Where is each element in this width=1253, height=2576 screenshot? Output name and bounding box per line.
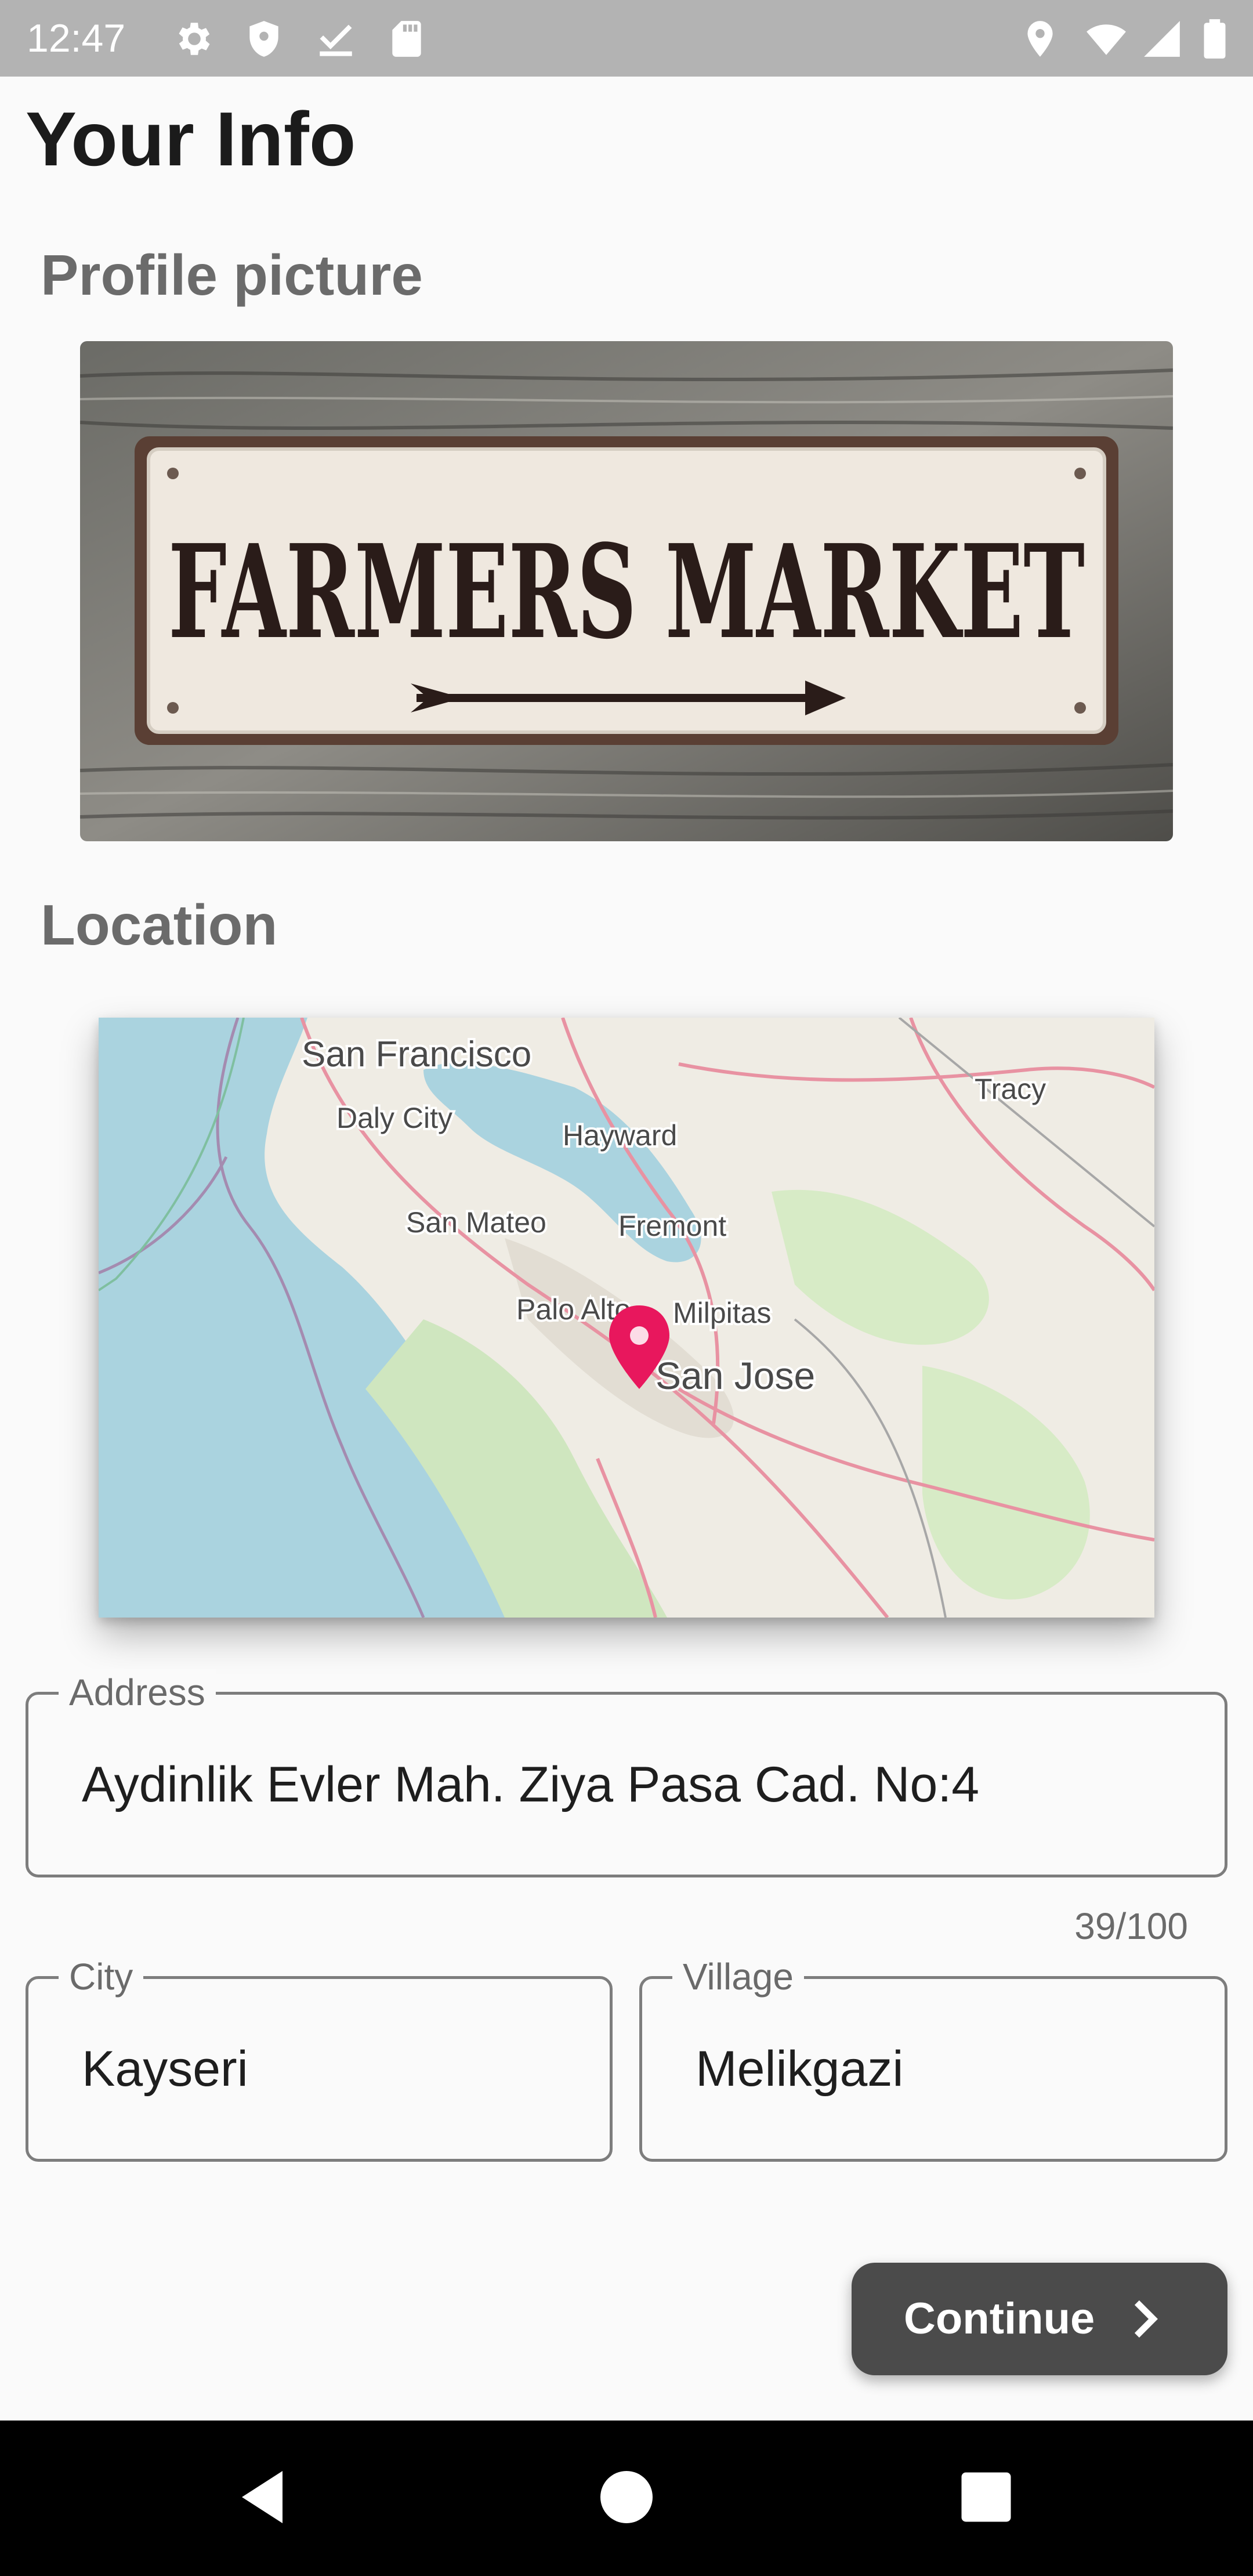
location-heading: Location	[41, 893, 278, 957]
address-char-counter: 39/100	[1074, 1905, 1188, 1947]
download-done-icon	[320, 24, 352, 56]
status-time: 12:47	[27, 16, 126, 60]
location-pin-icon	[1027, 21, 1053, 57]
profile-picture-image[interactable]: FARMERS MARKET	[80, 341, 1173, 841]
cell-signal-icon	[1144, 21, 1180, 57]
shield-icon	[249, 21, 278, 57]
recents-icon[interactable]	[951, 2462, 1021, 2532]
back-icon[interactable]	[227, 2462, 297, 2532]
home-icon[interactable]	[592, 2462, 661, 2532]
village-value[interactable]: Melikgazi	[696, 2037, 903, 2101]
map-label: Hayward	[563, 1119, 677, 1152]
chevron-right-icon	[1134, 2300, 1158, 2338]
address-value[interactable]: Aydinlik Evler Mah. Ziya Pasa Cad. No:4	[82, 1753, 979, 1817]
settings-gear-icon	[179, 23, 210, 55]
navigation-bar	[0, 2421, 1253, 2576]
map-label: San Mateo	[406, 1206, 546, 1239]
map-label: San Francisco	[302, 1034, 531, 1074]
location-map[interactable]: San Francisco Daly City Hayward Tracy Sa…	[99, 1018, 1154, 1618]
wifi-icon	[1087, 24, 1126, 55]
village-label: Village	[672, 1953, 804, 2000]
address-label: Address	[59, 1669, 216, 1716]
city-label: City	[59, 1953, 144, 2000]
continue-label: Continue	[904, 2294, 1095, 2343]
page-title: Your Info	[26, 96, 356, 182]
map-label: Daly City	[336, 1102, 452, 1134]
city-value[interactable]: Kayseri	[82, 2037, 248, 2101]
village-field[interactable]: Village Melikgazi	[639, 1953, 1227, 2162]
sd-card-icon	[392, 21, 421, 57]
address-field[interactable]: Address Aydinlik Evler Mah. Ziya Pasa Ca…	[26, 1669, 1227, 1877]
map-label: Fremont	[618, 1210, 726, 1242]
status-bar: 12:47	[0, 0, 1253, 77]
map-label: Milpitas	[673, 1297, 771, 1329]
profile-picture-heading: Profile picture	[41, 243, 423, 307]
sign-text: FARMERS MARKET	[168, 517, 1085, 668]
continue-button[interactable]: Continue	[852, 2263, 1227, 2375]
battery-icon	[1204, 19, 1226, 59]
map-label: San Jose	[656, 1354, 815, 1397]
map-label: Tracy	[975, 1073, 1046, 1105]
city-field[interactable]: City Kayseri	[26, 1953, 613, 2162]
